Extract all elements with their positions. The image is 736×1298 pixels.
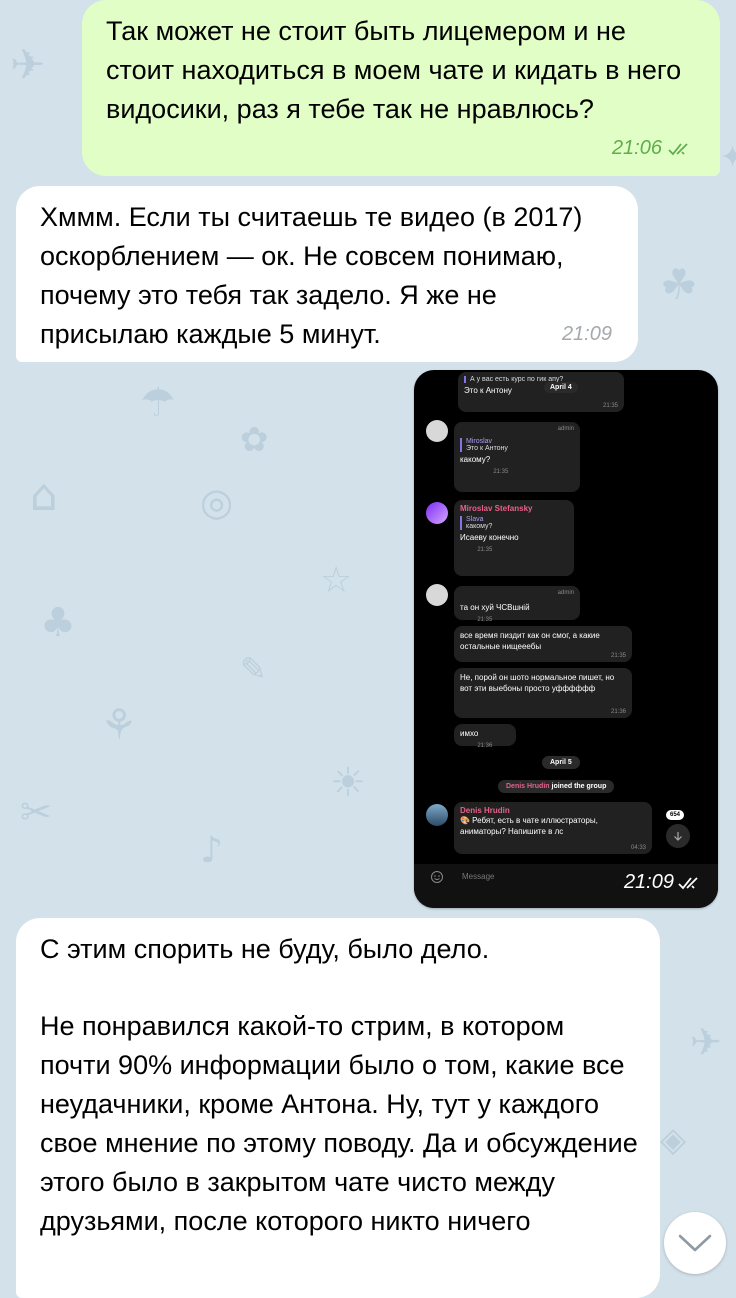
arrow-down-icon <box>674 832 682 841</box>
shot-avatar <box>426 502 448 524</box>
shot-message: А у вас есть курс по гик апу? Это к Анто… <box>458 372 624 412</box>
shot-message: Miroslav Stefansky Slava какому? Исаеву … <box>454 500 574 576</box>
shot-message-time: 21:35 <box>610 653 626 659</box>
shot-message-text: все время пиздит как он смог, а какие ос… <box>460 631 603 651</box>
shot-sender-name: Denis Hrudin <box>460 806 510 815</box>
shot-joined-action: joined the group <box>551 783 607 790</box>
shot-message-text: Исаеву конечно <box>460 533 519 542</box>
double-check-icon <box>678 876 698 889</box>
shot-unread-badge: 654 <box>666 810 685 820</box>
shot-quote-text: какому? <box>466 523 493 530</box>
message-meta: 21:09 <box>562 323 612 346</box>
shot-quote-name: Slava <box>466 516 484 523</box>
shot-message: все время пиздит как он смог, а какие ос… <box>454 626 632 662</box>
emoji-icon <box>431 871 443 883</box>
shot-message-time: 21:35 <box>477 547 493 553</box>
message-paragraph: Не понравился какой-то стрим, в котором … <box>40 1011 646 1236</box>
shot-admin-tag: admin <box>557 426 574 432</box>
shot-avatar <box>426 584 448 606</box>
shot-date-pill: April 4 <box>544 382 578 393</box>
shot-message-time: 21:35 <box>602 403 618 409</box>
shot-avatar <box>426 420 448 442</box>
shot-message-time: 21:36 <box>477 743 493 749</box>
shot-message-text: какому? <box>460 455 491 464</box>
incoming-message[interactable]: С этим спорить не буду, было дело. Не по… <box>16 918 660 1298</box>
shot-message-time: 21:35 <box>493 469 509 475</box>
shot-admin-tag: admin <box>557 590 574 596</box>
shot-scroll-down-button <box>666 824 690 848</box>
message-text: Так может не стоит быть лицемером и не с… <box>106 16 689 124</box>
shot-avatar <box>426 804 448 826</box>
scroll-to-bottom-button[interactable] <box>664 1212 726 1274</box>
shot-message-time: 21:36 <box>610 709 626 715</box>
shot-composer-placeholder: Message <box>462 872 495 881</box>
shot-message: Не, порой он шото нормальное пишет, но в… <box>454 668 632 718</box>
image-time-overlay: 21:09 <box>624 871 704 894</box>
screenshot-image-message[interactable]: А у вас есть курс по гик апу? Это к Анто… <box>414 370 718 908</box>
shot-message: Denis Hrudin 🎨 Ребят, есть в чате иллюст… <box>454 802 652 854</box>
shot-date-pill: April 5 <box>542 756 580 769</box>
message-text: Хммм. Если ты считаешь те видео (в 2017)… <box>40 202 590 349</box>
message-meta: 21:06 <box>612 137 694 160</box>
shot-message-text: Это к Антону <box>464 386 512 395</box>
message-time: 21:06 <box>611 137 662 159</box>
shot-service-message: Denis Hrudin joined the group <box>498 780 615 793</box>
shot-message-time: 04:33 <box>630 845 646 851</box>
message-paragraph: С этим спорить не буду, было дело. <box>40 934 490 964</box>
shot-message: имхо 21:36 <box>454 724 516 749</box>
shot-message-time: 21:35 <box>477 617 493 623</box>
double-check-icon <box>668 142 688 155</box>
shot-message-text: Не, порой он шото нормальное пишет, но в… <box>460 673 617 693</box>
message-time: 21:09 <box>623 871 674 893</box>
shot-message-text: имхо <box>460 729 479 738</box>
shot-quote-text: Это к Антону <box>466 445 508 452</box>
shot-message: admin та он хуй ЧСВшній 21:35 <box>454 586 580 623</box>
shot-message: admin Miroslav Это к Антону какому? 21:3… <box>454 422 580 492</box>
chevron-down-icon <box>678 1234 712 1252</box>
shot-quote-name: Miroslav <box>466 438 493 445</box>
message-time: 21:09 <box>561 323 612 345</box>
shot-joined-name: Denis Hrudin <box>506 783 550 790</box>
shot-quote-text: А у вас есть курс по гик апу? <box>470 376 564 383</box>
shot-message-text: 🎨 Ребят, есть в чате иллюстраторы, анима… <box>460 816 601 836</box>
shot-sender-name: Miroslav Stefansky <box>460 504 533 513</box>
shot-message-text: та он хуй ЧСВшній <box>460 603 530 612</box>
outgoing-message[interactable]: Так может не стоит быть лицемером и не с… <box>82 0 720 176</box>
incoming-message[interactable]: Хммм. Если ты считаешь те видео (в 2017)… <box>16 186 638 362</box>
